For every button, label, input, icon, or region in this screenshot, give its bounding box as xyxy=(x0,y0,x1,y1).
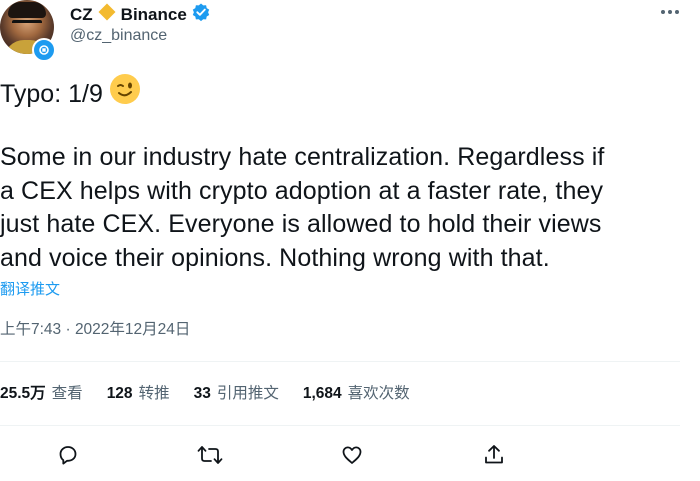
binance-diamond-icon xyxy=(97,2,117,27)
tweet-body: Some in our industry hate centralization… xyxy=(0,141,690,275)
divider xyxy=(0,425,680,426)
views-label: 查看 xyxy=(51,385,83,402)
quotes-label: 引用推文 xyxy=(216,385,279,402)
likes-count: 1,684 xyxy=(302,385,342,402)
author-name-row[interactable]: CZ Binance xyxy=(70,2,211,27)
author-handle[interactable]: @cz_binance xyxy=(70,26,167,46)
retweets-count: 128 xyxy=(106,385,133,402)
tweet-body-line: a CEX helps with crypto adoption at a fa… xyxy=(0,176,604,205)
more-options-icon[interactable] xyxy=(656,2,684,22)
divider xyxy=(0,361,680,362)
tweet-typo-text: Typo: 1/9 xyxy=(0,80,103,108)
tweet-timestamp[interactable]: 上午7:43 · 2022年12月24日 xyxy=(0,320,190,340)
likes-label: 喜欢次数 xyxy=(347,385,410,402)
author-display-name[interactable]: CZ xyxy=(70,5,93,25)
tweet-detail: CZ Binance @cz_binance Typo: 1/9 Some in… xyxy=(0,0,700,481)
views-count: 25.5万 xyxy=(0,385,46,402)
reply-icon[interactable] xyxy=(53,440,83,470)
quotes-count: 33 xyxy=(193,385,211,402)
retweets-label: 转推 xyxy=(138,385,170,402)
avatar[interactable] xyxy=(0,0,56,62)
tweet-first-line: Typo: 1/9 xyxy=(0,73,141,115)
share-icon[interactable] xyxy=(479,440,509,470)
like-icon[interactable] xyxy=(337,440,367,470)
tweet-body-line: just hate CEX. Everyone is allowed to ho… xyxy=(0,210,602,238)
retweet-icon[interactable] xyxy=(195,440,225,470)
verified-badge-icon xyxy=(191,2,211,27)
tweet-body-line: Some in our industry hate centralization… xyxy=(0,143,605,171)
views-stat[interactable]: 25.5万 查看 xyxy=(0,384,83,404)
quotes-stat[interactable]: 33 引用推文 xyxy=(194,384,279,404)
wink-emoji-icon xyxy=(109,73,141,115)
affiliation-badge-icon[interactable] xyxy=(32,38,56,62)
likes-stat[interactable]: 1,684 喜欢次数 xyxy=(303,384,410,404)
engagement-stats: 25.5万 查看 128 转推 33 引用推文 1,684 喜欢次数 xyxy=(0,384,434,404)
translate-tweet-link[interactable]: 翻译推文 xyxy=(0,280,60,300)
tweet-body-line: and voice their opinions. Nothing wrong … xyxy=(0,243,550,272)
author-affiliation[interactable]: Binance xyxy=(121,5,187,25)
tweet-actions-bar xyxy=(0,440,700,470)
retweets-stat[interactable]: 128 转推 xyxy=(107,384,170,404)
